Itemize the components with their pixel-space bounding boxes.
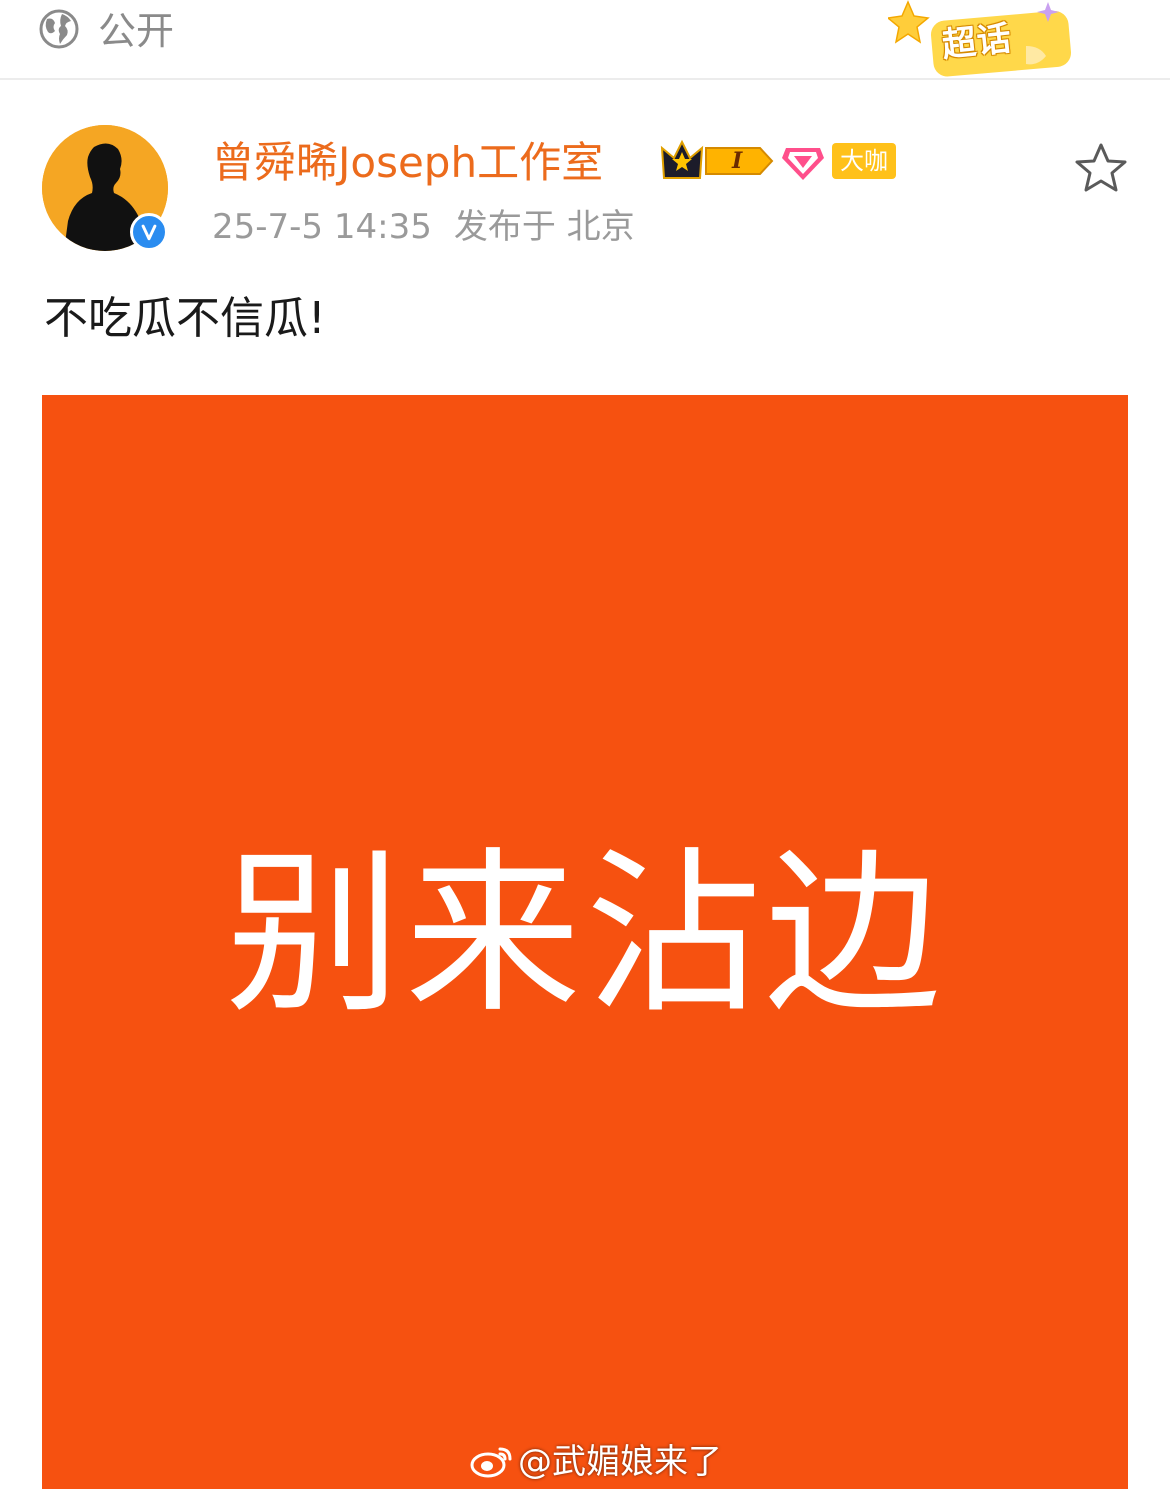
post-image[interactable]: 别来沾边 bbox=[42, 395, 1128, 1489]
post-text: 不吃瓜不信瓜! bbox=[44, 293, 326, 344]
post-meta: 25-7-5 14:35 发布于 北京 bbox=[212, 205, 635, 249]
globe-icon bbox=[39, 9, 79, 49]
watermark-text: @武媚娘来了 bbox=[518, 1442, 722, 1482]
image-caption: 别来沾边 bbox=[224, 832, 945, 1037]
author-name[interactable]: 曾舜晞Joseph工作室 bbox=[212, 138, 603, 188]
post-date: 25-7-5 14:35 bbox=[212, 207, 432, 247]
favorite-star-icon[interactable] bbox=[1074, 142, 1128, 194]
verified-icon bbox=[130, 213, 168, 251]
visibility-label[interactable]: 公开 bbox=[98, 8, 174, 54]
crown-level-icon: I bbox=[660, 139, 774, 179]
member-badge: 大咖 bbox=[832, 143, 896, 179]
super-topic-label[interactable]: 超话 bbox=[940, 18, 1014, 65]
weibo-logo-icon bbox=[470, 1447, 512, 1478]
watermark: @武媚娘来了 bbox=[470, 1440, 722, 1484]
post-location: 发布于 北京 bbox=[453, 207, 635, 247]
top-bar: 公开 超话 bbox=[0, 0, 1170, 80]
level-badge-text: I bbox=[731, 148, 743, 174]
diamond-badge-icon bbox=[782, 148, 824, 180]
